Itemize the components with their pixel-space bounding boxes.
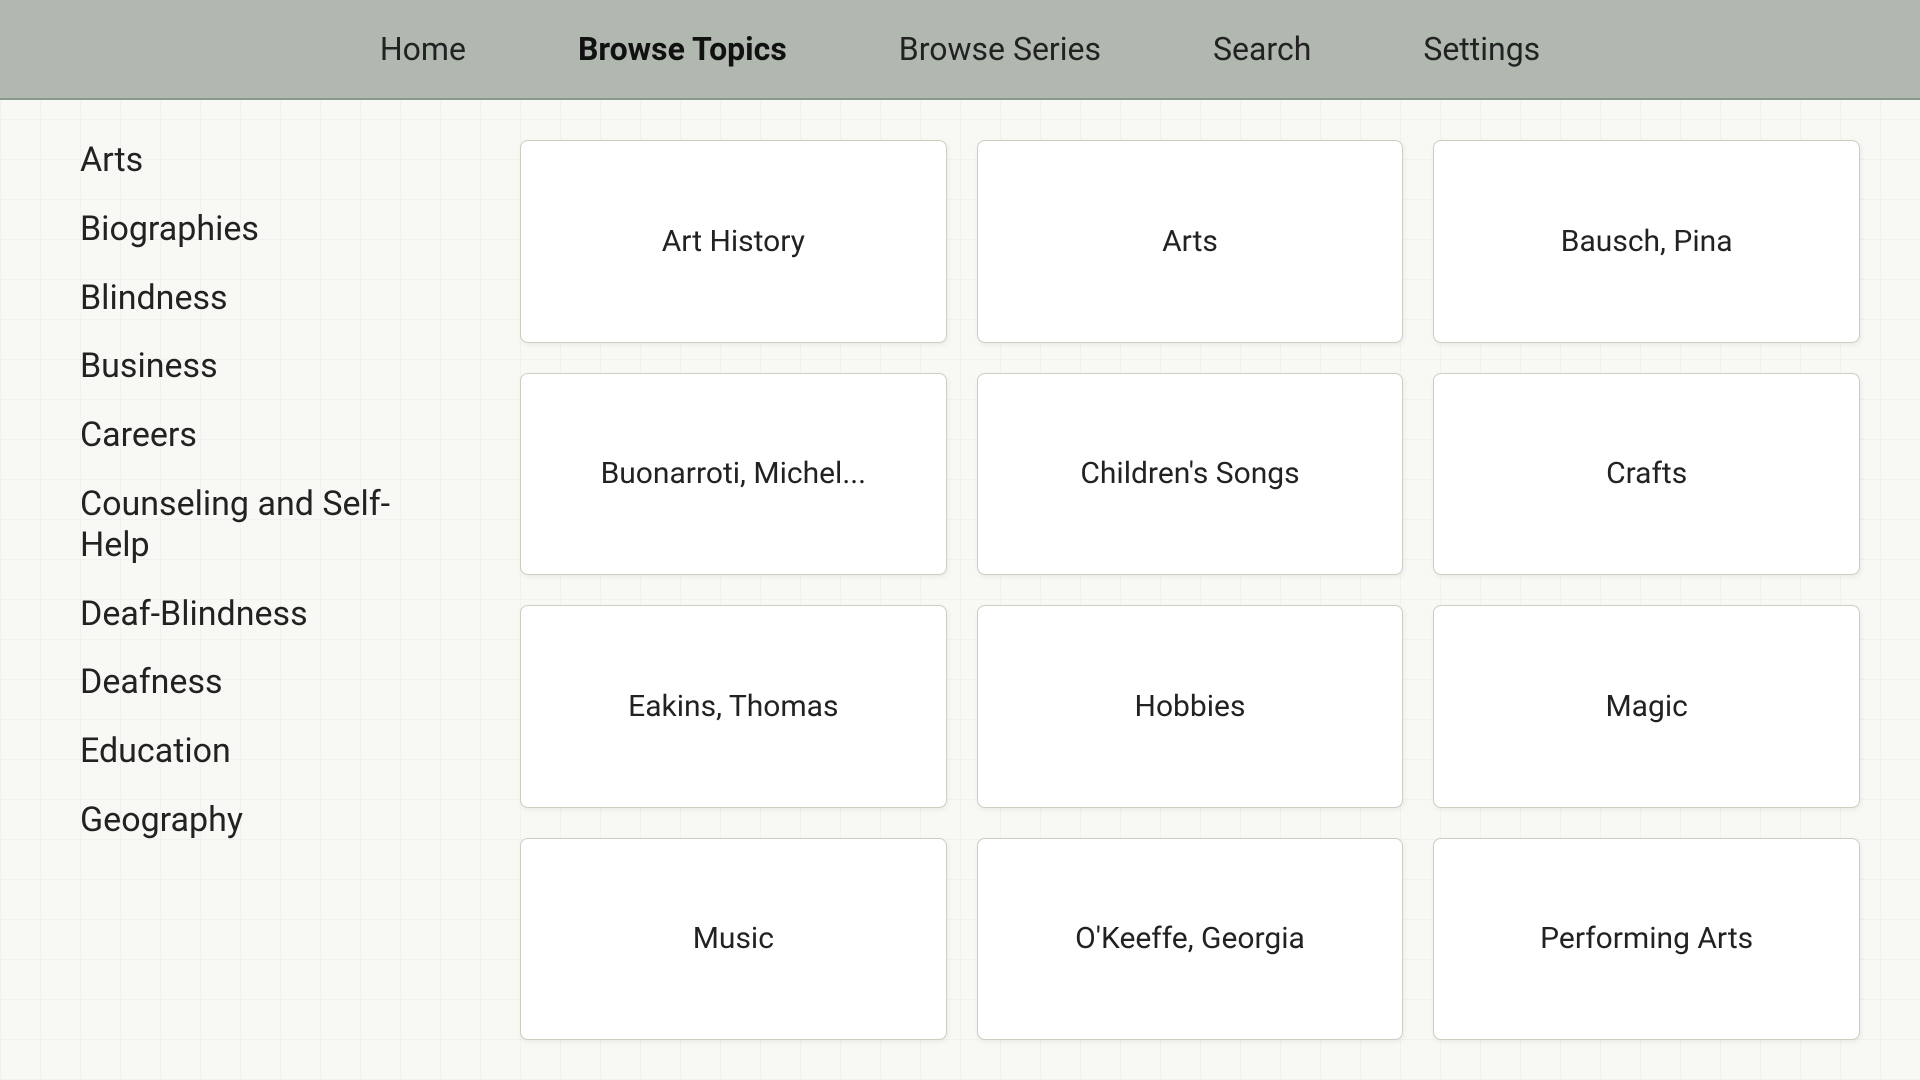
topic-card-label-childrens-songs: Children's Songs bbox=[1064, 440, 1315, 507]
topic-card-label-hobbies: Hobbies bbox=[1119, 673, 1262, 740]
topic-card-label-buonarroti: Buonarroti, Michel... bbox=[585, 440, 882, 507]
topic-card-childrens-songs[interactable]: Children's Songs bbox=[977, 373, 1404, 576]
sidebar-item-arts[interactable]: Arts bbox=[80, 140, 420, 181]
topic-grid: Art History Arts Bausch, Pina Buonarroti, M… bbox=[460, 100, 1920, 1080]
topic-card-eakins-thomas[interactable]: Eakins, Thomas bbox=[520, 605, 947, 808]
topic-card-label-bausch-pina: Bausch, Pina bbox=[1545, 208, 1749, 275]
navigation: Home Browse Topics Browse Series Search Sett… bbox=[0, 0, 1920, 100]
topic-card-label-crafts: Crafts bbox=[1590, 440, 1703, 507]
sidebar-item-counseling[interactable]: Counseling and Self-Help bbox=[80, 484, 420, 566]
topic-card-label-okeeffe-georgia: O'Keeffe, Georgia bbox=[1059, 905, 1321, 972]
topic-card-label-magic: Magic bbox=[1589, 673, 1703, 740]
sidebar-item-careers[interactable]: Careers bbox=[80, 415, 420, 456]
topic-card-magic[interactable]: Magic bbox=[1433, 605, 1860, 808]
topic-card-crafts[interactable]: Crafts bbox=[1433, 373, 1860, 576]
nav-item-home[interactable]: Home bbox=[364, 22, 482, 76]
topic-card-music[interactable]: Music bbox=[520, 838, 947, 1041]
nav-item-search[interactable]: Search bbox=[1197, 22, 1327, 76]
sidebar-item-blindness[interactable]: Blindness bbox=[80, 278, 420, 319]
topic-card-buonarroti[interactable]: Buonarroti, Michel... bbox=[520, 373, 947, 576]
sidebar-item-education[interactable]: Education bbox=[80, 731, 420, 772]
topic-card-label-music: Music bbox=[677, 905, 790, 972]
sidebar-item-deaf-blindness[interactable]: Deaf-Blindness bbox=[80, 594, 420, 635]
sidebar-item-geography[interactable]: Geography bbox=[80, 800, 420, 841]
topic-card-art-history[interactable]: Art History bbox=[520, 140, 947, 343]
topic-card-performing-arts[interactable]: Performing Arts bbox=[1433, 838, 1860, 1041]
topic-card-label-art-history: Art History bbox=[646, 208, 821, 275]
topic-card-label-arts: Arts bbox=[1146, 208, 1234, 275]
nav-item-browse-series[interactable]: Browse Series bbox=[883, 22, 1117, 76]
topic-card-label-performing-arts: Performing Arts bbox=[1524, 905, 1769, 972]
sidebar-item-biographies[interactable]: Biographies bbox=[80, 209, 420, 250]
main-content: Arts Biographies Blindness Business Careers C… bbox=[0, 100, 1920, 1080]
topic-card-hobbies[interactable]: Hobbies bbox=[977, 605, 1404, 808]
topic-card-bausch-pina[interactable]: Bausch, Pina bbox=[1433, 140, 1860, 343]
sidebar-item-deafness[interactable]: Deafness bbox=[80, 662, 420, 703]
nav-item-settings[interactable]: Settings bbox=[1407, 22, 1556, 76]
topic-card-arts[interactable]: Arts bbox=[977, 140, 1404, 343]
sidebar: Arts Biographies Blindness Business Careers C… bbox=[0, 100, 460, 1080]
nav-item-browse-topics[interactable]: Browse Topics bbox=[562, 22, 803, 76]
sidebar-item-business[interactable]: Business bbox=[80, 346, 420, 387]
topic-card-label-eakins-thomas: Eakins, Thomas bbox=[612, 673, 854, 740]
topic-card-okeeffe-georgia[interactable]: O'Keeffe, Georgia bbox=[977, 838, 1404, 1041]
